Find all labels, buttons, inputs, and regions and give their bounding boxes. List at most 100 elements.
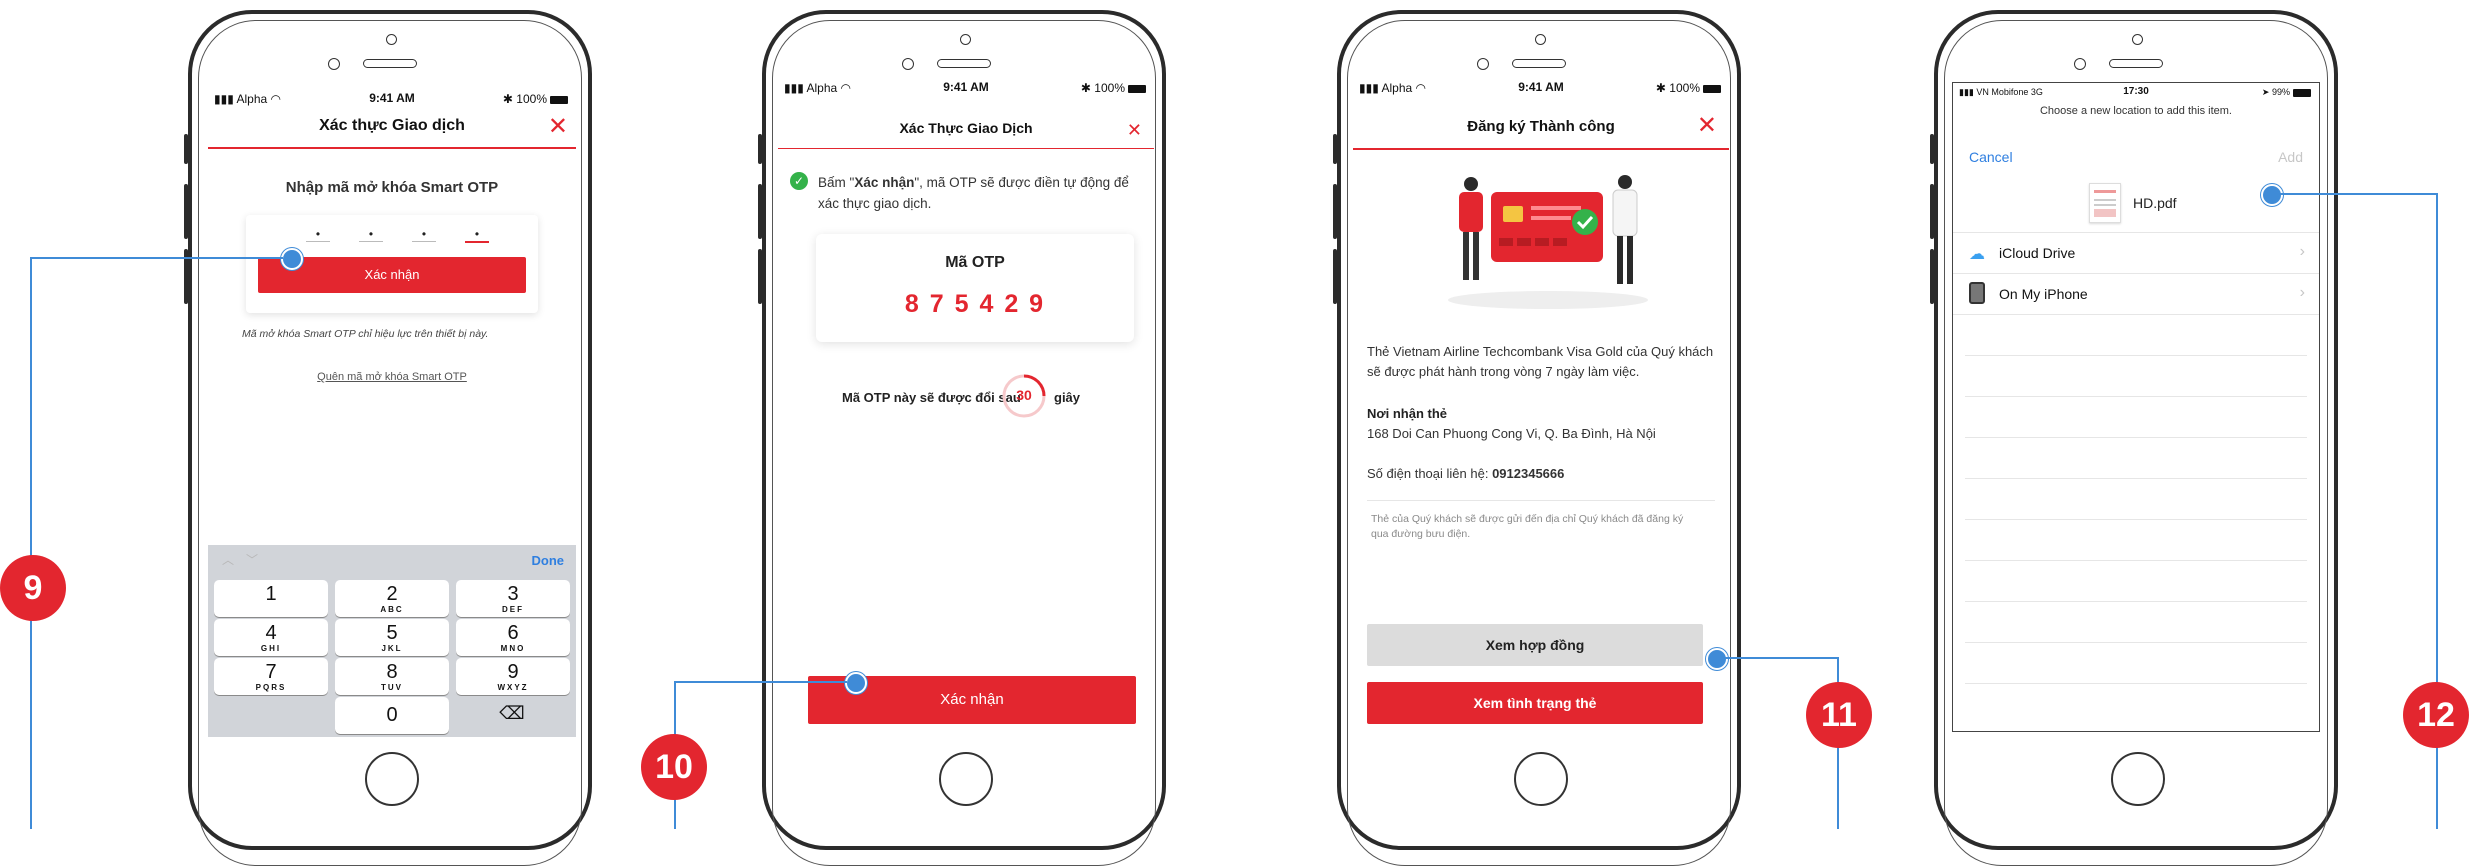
nav-title: Xác thực Giao dịch — [319, 117, 465, 134]
speaker-icon — [2109, 59, 2163, 68]
view-contract-button[interactable]: Xem hợp đồng — [1367, 624, 1703, 666]
close-icon[interactable]: ✕ — [1697, 114, 1717, 138]
close-icon[interactable]: ✕ — [1127, 118, 1142, 142]
callout-dot-12 — [2261, 184, 2283, 206]
callout-badge-12: 12 — [2403, 682, 2469, 748]
key-0[interactable]: 0 — [335, 697, 449, 734]
header-divider — [208, 147, 576, 149]
key-digit: 6 — [507, 622, 519, 644]
key-digit: 4 — [265, 622, 277, 644]
status-bar: ▮▮▮ Alpha ◠ 9:41 AM ✱ 100% — [1353, 76, 1729, 98]
key-5[interactable]: 5 JKL — [335, 619, 449, 656]
key-letters: WXYZ — [497, 683, 529, 692]
speaker-icon — [1512, 59, 1566, 68]
key-8[interactable]: 8 TUV — [335, 658, 449, 695]
key-7[interactable]: 7 PQRS — [214, 658, 328, 695]
empty-row — [1965, 520, 2307, 561]
empty-row — [1965, 356, 2307, 397]
pin-digit-3[interactable]: • — [412, 227, 436, 242]
chevron-down-icon[interactable]: ﹀ — [246, 551, 258, 568]
done-button[interactable]: Done — [532, 553, 565, 568]
screen-register-success: ▮▮▮ Alpha ◠ 9:41 AM ✱ 100% Đăng ký Thành… — [1353, 76, 1729, 726]
file-name: HD.pdf — [2133, 195, 2177, 211]
key-6[interactable]: 6 MNO — [456, 619, 570, 656]
home-button[interactable] — [2111, 752, 2165, 806]
otp-label: Mã OTP — [945, 254, 1005, 271]
empty-row — [1965, 561, 2307, 602]
chevron-right-icon: › — [2299, 243, 2305, 260]
callout-line-11-h — [1724, 657, 1838, 659]
receive-address: 168 Doi Can Phuong Cong Vi, Q. Ba Đình, … — [1367, 426, 1656, 441]
speaker-icon — [937, 59, 991, 68]
key-1[interactable]: 1 — [214, 580, 328, 617]
callout-dot-10 — [845, 672, 867, 694]
home-button[interactable] — [939, 752, 993, 806]
camera-icon — [960, 34, 971, 45]
otp-code: 8 7 5 4 2 9 — [904, 290, 1046, 318]
pin-digit-4[interactable]: • — [465, 227, 489, 243]
pin-digit-1[interactable]: • — [306, 227, 330, 242]
key-9[interactable]: 9 WXYZ — [456, 658, 570, 695]
key-digit: 2 — [386, 583, 398, 605]
timer-value: 30 — [1016, 387, 1032, 403]
empty-row — [1965, 397, 2307, 438]
battery-icon — [2293, 88, 2311, 97]
location-icon: ➤ — [2261, 87, 2270, 97]
home-button[interactable] — [365, 752, 419, 806]
screen-save-file: ▮▮▮ VN Mobifone 3G 17:30 ➤ 99% Choose a … — [1952, 82, 2320, 732]
bluetooth-icon: ✱ — [1655, 81, 1666, 95]
key-letters: MNO — [500, 644, 526, 653]
otp-heading: Nhập mã mở khóa Smart OTP — [285, 179, 499, 196]
phone-frame-1: ▮▮▮ Alpha ◠ 9:41 AM ✱ 100% Xác thực Giao… — [184, 10, 592, 866]
pin-digit-2[interactable]: • — [359, 227, 383, 242]
key-2[interactable]: 2 ABC — [335, 580, 449, 617]
location-label: On My iPhone — [1999, 286, 2088, 302]
divider — [1367, 500, 1715, 501]
battery-icon — [1703, 84, 1721, 93]
close-icon[interactable]: ✕ — [548, 115, 568, 139]
location-label: iCloud Drive — [1999, 245, 2076, 261]
phone-frame-2: ▮▮▮ Alpha ◠ 9:41 AM ✱ 100% Xác Thực Giao… — [758, 10, 1166, 866]
forgot-pin-link[interactable]: Quên mã mở khóa Smart OTP — [208, 371, 576, 383]
location-row-icloud[interactable]: ☁ iCloud Drive › — [1953, 233, 2319, 274]
key-digit: 7 — [265, 661, 277, 683]
home-button[interactable] — [1514, 752, 1568, 806]
key-letters: JKL — [381, 644, 403, 653]
location-row-iphone[interactable]: On My iPhone › — [1953, 274, 2319, 315]
otp-card: Mã OTP 8 7 5 4 2 9 — [816, 234, 1134, 342]
callout-badge-9: 9 — [0, 555, 66, 621]
screen-otp-pin: ▮▮▮ Alpha ◠ 9:41 AM ✱ 100% Xác thực Giao… — [208, 87, 576, 737]
cloud-icon: ☁ — [1969, 246, 1985, 263]
key-letters: TUV — [381, 683, 403, 692]
key-4[interactable]: 4 GHI — [214, 619, 328, 656]
key-digit: 9 — [507, 661, 519, 683]
numeric-keypad: ︿ ﹀ Done 1 2 ABC 3 DEF 4 GHI 5 JKL 6 MNO 7 PQRS 8 TUV 9… — [208, 545, 576, 737]
key-letters: GHI — [260, 644, 282, 653]
chevron-right-icon: › — [2299, 284, 2305, 301]
receive-label: Nơi nhận thẻ — [1367, 406, 1448, 421]
callout-line-10-h — [675, 681, 847, 683]
key-3[interactable]: 3 DEF — [456, 580, 570, 617]
battery-label: 100% — [1669, 81, 1700, 95]
iphone-icon — [1969, 282, 1985, 304]
location-prompt: Choose a new location to add this item. — [2039, 105, 2232, 117]
battery-label: 100% — [1094, 81, 1125, 95]
view-card-status-button[interactable]: Xem tình trạng thẻ — [1367, 682, 1703, 724]
front-camera-icon — [2074, 58, 2086, 70]
callout-dot-11 — [1706, 648, 1728, 670]
phone-row: Số điện thoại liên hệ: 0912345666 — [1367, 466, 1565, 481]
chevron-up-icon[interactable]: ︿ — [222, 551, 234, 568]
add-button[interactable]: Add — [2278, 149, 2303, 165]
key-letters: ABC — [380, 605, 404, 614]
cancel-button[interactable]: Cancel — [1969, 149, 2013, 165]
key-digit: 8 — [386, 661, 398, 683]
nav-title: Đăng ký Thành công — [1467, 118, 1615, 135]
header-divider — [778, 148, 1154, 149]
delete-icon[interactable]: ⌫ — [492, 703, 532, 724]
bluetooth-icon: ✱ — [502, 92, 513, 106]
callout-badge-10: 10 — [641, 734, 707, 800]
delivery-note: Thẻ của Quý khách sẽ được gửi đến địa ch… — [1371, 513, 1684, 540]
success-message: Thẻ Vietnam Airline Techcombank Visa Gol… — [1367, 344, 1714, 379]
battery-label: 100% — [516, 92, 547, 106]
key-label: 0 — [386, 704, 398, 726]
